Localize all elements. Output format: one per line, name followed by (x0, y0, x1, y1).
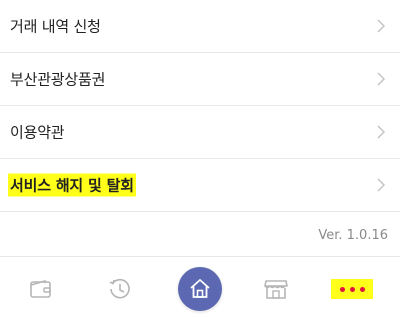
menu-item-service-cancellation-withdrawal[interactable]: 서비스 해지 및 탈회 (0, 159, 400, 212)
history-icon (109, 278, 130, 299)
tab-wallet[interactable] (11, 257, 71, 321)
home-icon (190, 279, 210, 298)
app-version: Ver. 1.0.16 (318, 228, 388, 243)
menu-item-transaction-history-request[interactable]: 거래 내역 신청 (0, 0, 400, 53)
menu-item-label: 이용약관 (10, 123, 65, 142)
chevron-right-icon (377, 72, 386, 86)
menu-item-label: 거래 내역 신청 (10, 17, 101, 36)
tab-home[interactable] (178, 267, 222, 311)
menu-item-label: 서비스 해지 및 탈회 (8, 173, 136, 197)
wallet-icon (30, 280, 51, 298)
chevron-right-icon (377, 125, 386, 139)
menu-item-busan-tour-voucher[interactable]: 부산관광상품권 (0, 53, 400, 106)
menu-list: 거래 내역 신청 부산관광상품권 이용약관 서비스 해지 및 탈회 (0, 0, 400, 212)
tab-more[interactable] (331, 279, 373, 299)
bottom-tab-bar (0, 256, 400, 321)
chevron-right-icon (377, 19, 386, 33)
more-icon (337, 286, 367, 292)
tab-store[interactable] (246, 257, 306, 321)
store-icon (264, 280, 288, 299)
tab-history[interactable] (90, 257, 150, 321)
menu-item-terms-of-use[interactable]: 이용약관 (0, 106, 400, 159)
menu-item-label: 부산관광상품권 (10, 70, 106, 89)
chevron-right-icon (377, 178, 386, 192)
